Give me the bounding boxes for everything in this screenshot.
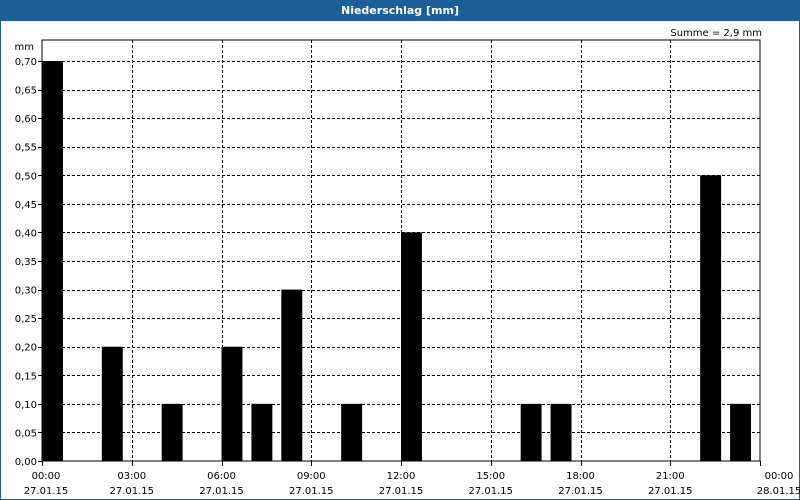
- y-tick-label: 0,00: [15, 457, 37, 468]
- x-tick-time: 12:00: [387, 471, 416, 482]
- x-tick-date: 27.01.15: [648, 486, 693, 497]
- x-tick-date: 27.01.15: [199, 486, 244, 497]
- y-tick-label: 0,10: [15, 400, 37, 411]
- x-tick-date: 27.01.15: [24, 486, 69, 497]
- x-tick-time: 00:00: [32, 471, 61, 482]
- x-tick-time: 21:00: [656, 471, 685, 482]
- x-tick-date: 27.01.15: [379, 486, 424, 497]
- x-tick-date: 28.01.15: [757, 486, 800, 497]
- y-axis-ticks: 0,00 0,05 0,10 0,15 0,20 0,25 0,30 0,35 0,40 0,45…: [15, 57, 42, 468]
- x-tick-time: 06:00: [207, 471, 236, 482]
- x-tick-date: 27.01.15: [558, 486, 603, 497]
- bar: [221, 346, 243, 461]
- x-tick-date: 27.01.15: [109, 486, 154, 497]
- bar: [281, 289, 303, 461]
- y-tick-label: 0,70: [15, 57, 37, 68]
- x-tick-time: 09:00: [297, 471, 326, 482]
- x-tick-time: 15:00: [476, 471, 505, 482]
- x-tick-date: 27.01.15: [468, 486, 513, 497]
- precipitation-chart: 0,00 0,05 0,10 0,15 0,20 0,25 0,30 0,35 0,40 0,45…: [15, 28, 800, 497]
- y-tick-label: 0,45: [15, 200, 37, 211]
- y-axis-label: mm: [15, 42, 34, 53]
- y-tick-label: 0,40: [15, 228, 37, 239]
- bar: [341, 403, 363, 461]
- y-tick-label: 0,50: [15, 171, 37, 182]
- x-tick-time: 00:00: [765, 471, 794, 482]
- bar: [550, 403, 572, 461]
- bar: [251, 403, 273, 461]
- x-tick-time: 03:00: [117, 471, 146, 482]
- y-tick-label: 0,25: [15, 314, 37, 325]
- bar: [101, 346, 123, 461]
- y-tick-label: 0,15: [15, 371, 37, 382]
- bar: [161, 403, 183, 461]
- x-axis-ticks: 00:00 27.01.15 03:00 27.01.15 06:00 27.01.15 0…: [24, 461, 800, 497]
- y-tick-label: 0,20: [15, 343, 37, 354]
- y-tick-label: 0,55: [15, 143, 37, 154]
- y-tick-label: 0,35: [15, 257, 37, 268]
- y-tick-label: 0,60: [15, 114, 37, 125]
- y-tick-label: 0,05: [15, 428, 37, 439]
- sum-label: Summe = 2,9 mm: [670, 28, 762, 39]
- bar: [401, 232, 422, 461]
- x-tick-date: 27.01.15: [289, 486, 334, 497]
- bar: [42, 61, 63, 461]
- bar: [520, 403, 542, 461]
- bar: [700, 175, 722, 462]
- bar: [730, 403, 752, 461]
- y-tick-label: 0,30: [15, 286, 37, 297]
- y-tick-label: 0,65: [15, 86, 37, 97]
- x-tick-time: 18:00: [566, 471, 595, 482]
